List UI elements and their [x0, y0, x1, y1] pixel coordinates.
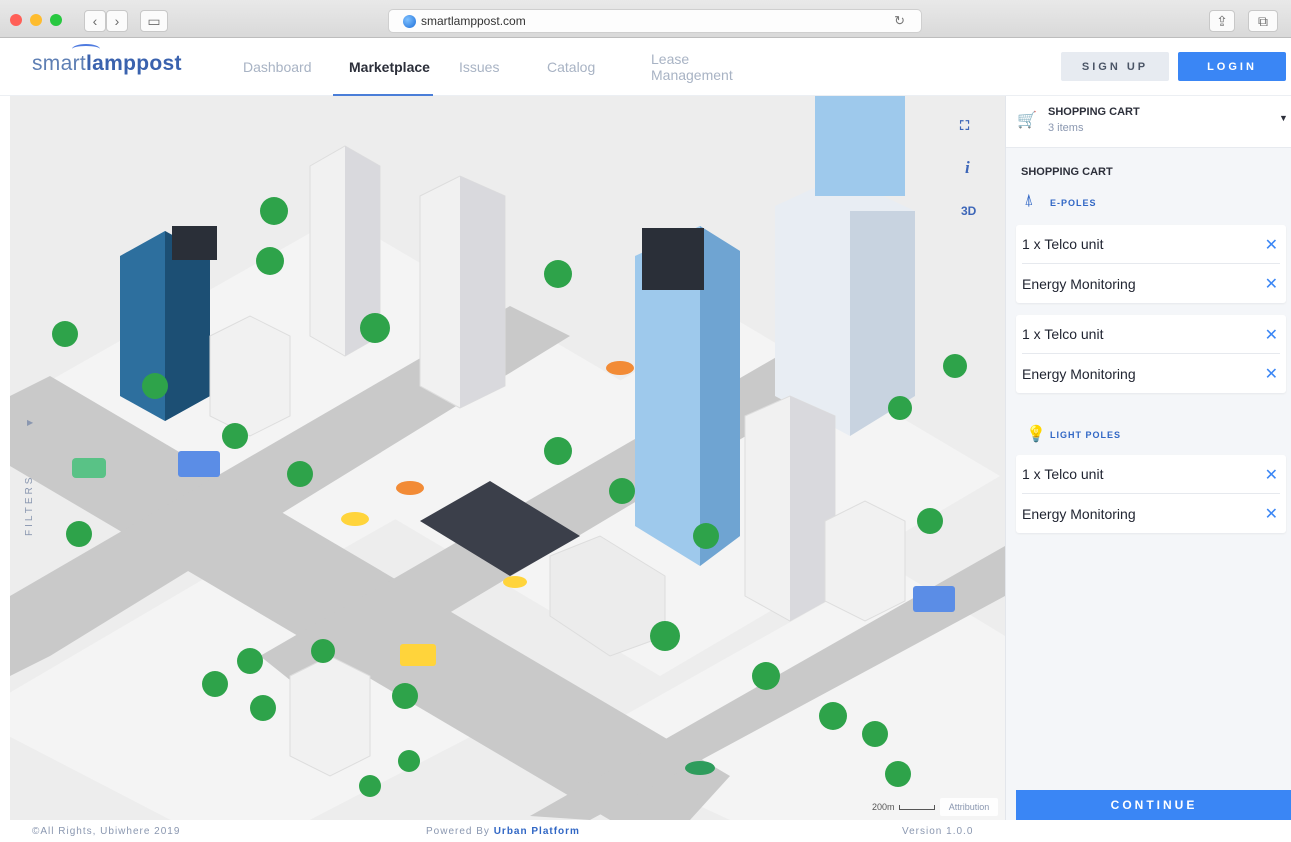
- scale-bar: [898, 805, 935, 811]
- share-icon[interactable]: ⇪: [1209, 10, 1235, 32]
- cart-count: 3 items: [1048, 122, 1084, 134]
- map-scale: 200m: [872, 802, 935, 812]
- cart-item-card: 1 x Telco unit ✕ Energy Monitoring ✕: [1016, 315, 1286, 393]
- remove-icon[interactable]: ✕: [1265, 465, 1278, 485]
- cart-line: Energy Monitoring ✕: [1022, 264, 1280, 303]
- van: [400, 644, 436, 666]
- remove-icon[interactable]: ✕: [1265, 235, 1278, 255]
- powered-by: Powered By Urban Platform: [426, 826, 580, 837]
- powered-prefix: Powered By: [426, 826, 490, 837]
- minimize-window-button[interactable]: [30, 14, 42, 26]
- maximize-window-button[interactable]: [50, 14, 62, 26]
- caret-right-icon: ▶: [27, 418, 34, 427]
- filters-label: FILTERS: [24, 474, 35, 536]
- logo[interactable]: smartlamppost: [32, 44, 182, 76]
- continue-button[interactable]: CONTINUE: [1016, 790, 1291, 820]
- main-nav: Dashboard Marketplace Issues Catalog Lea…: [235, 38, 781, 97]
- cart-line-label: 1 x Telco unit: [1022, 466, 1104, 482]
- building: [120, 226, 217, 421]
- cart-line: 1 x Telco unit ✕: [1022, 315, 1280, 354]
- cart-title: SHOPPING CART: [1048, 106, 1140, 118]
- isometric-city-illustration: [10, 96, 1005, 820]
- building: [635, 226, 740, 566]
- cart-line-label: 1 x Telco unit: [1022, 236, 1104, 252]
- cart-line: 1 x Telco unit ✕: [1022, 455, 1280, 494]
- close-window-button[interactable]: [10, 14, 22, 26]
- bus: [178, 451, 220, 477]
- remove-icon[interactable]: ✕: [1265, 274, 1278, 294]
- chevron-down-icon[interactable]: ▼: [1279, 113, 1288, 123]
- shopping-cart-panel: 🛒 SHOPPING CART 3 items ▼ SHOPPING CART …: [1005, 96, 1291, 820]
- reload-icon[interactable]: ↻: [894, 13, 905, 29]
- logo-bold: lamppost: [86, 52, 182, 75]
- building: [419, 175, 506, 409]
- app-header: smartlamppost Dashboard Marketplace Issu…: [0, 38, 1291, 97]
- cart-line-label: Energy Monitoring: [1022, 275, 1136, 292]
- attribution-button[interactable]: Attribution: [940, 798, 998, 816]
- filters-tab[interactable]: ▶ FILTERS: [0, 96, 36, 820]
- sign-up-button[interactable]: SIGN UP: [1061, 52, 1169, 81]
- fullscreen-icon[interactable]: ⛶: [960, 118, 969, 134]
- login-button[interactable]: LOGIN: [1178, 52, 1286, 81]
- cart-line-label: 1 x Telco unit: [1022, 326, 1104, 342]
- remove-icon[interactable]: ✕: [1265, 325, 1278, 345]
- view-3d-button[interactable]: 3D: [961, 204, 976, 218]
- nav-marketplace[interactable]: Marketplace: [333, 38, 433, 97]
- van: [72, 458, 106, 478]
- pylon-icon: ⍋: [1024, 192, 1034, 209]
- building: [775, 96, 915, 436]
- tabs-icon[interactable]: ⧉: [1248, 10, 1278, 32]
- remove-icon[interactable]: ✕: [1265, 364, 1278, 384]
- scale-label: 200m: [872, 802, 895, 812]
- cart-line: Energy Monitoring ✕: [1022, 354, 1280, 393]
- cart-line: 1 x Telco unit ✕: [1022, 225, 1280, 264]
- remove-icon[interactable]: ✕: [1265, 504, 1278, 524]
- sidebar-icon[interactable]: ▭: [140, 10, 168, 32]
- version: Version 1.0.0: [902, 826, 974, 837]
- address-bar[interactable]: smartlamppost.com ↻: [388, 9, 922, 33]
- cart-line-label: Energy Monitoring: [1022, 365, 1136, 382]
- url-text: smartlamppost.com: [421, 14, 526, 28]
- logo-wave-icon: [72, 44, 100, 54]
- copyright: ©All Rights, Ubiwhere 2019: [32, 826, 181, 837]
- cart-line: Energy Monitoring ✕: [1022, 494, 1280, 533]
- nav-lease-management[interactable]: Lease Management: [631, 38, 781, 96]
- chevron-right-icon[interactable]: ›: [106, 10, 128, 32]
- footer: ©All Rights, Ubiwhere 2019 Powered By Ur…: [0, 820, 1291, 842]
- browser-toolbar: ‹ › ▭ smartlamppost.com ↻ ⇪ ⧉: [0, 0, 1291, 38]
- group-title-light-poles: LIGHT POLES: [1050, 430, 1122, 440]
- nav-catalog[interactable]: Catalog: [521, 38, 631, 96]
- city-map[interactable]: ⛶ i 3D 200m Attribution: [10, 96, 1005, 820]
- cart-header[interactable]: 🛒 SHOPPING CART 3 items ▼: [1006, 96, 1291, 148]
- cart-item-card: 1 x Telco unit ✕ Energy Monitoring ✕: [1016, 455, 1286, 533]
- group-title-e-poles: E-POLES: [1050, 198, 1097, 208]
- bulb-icon: 💡: [1026, 426, 1046, 443]
- nav-dashboard[interactable]: Dashboard: [235, 38, 341, 96]
- cart-icon: 🛒: [1017, 112, 1037, 129]
- window-controls: [10, 14, 62, 26]
- info-button[interactable]: i: [965, 158, 970, 178]
- logo-light: smart: [32, 52, 86, 75]
- nav-issues[interactable]: Issues: [433, 38, 521, 96]
- powered-brand-link[interactable]: Urban Platform: [494, 826, 580, 837]
- building: [744, 395, 836, 622]
- bus: [913, 586, 955, 612]
- section-title: SHOPPING CART: [1021, 166, 1113, 178]
- cart-line-label: Energy Monitoring: [1022, 505, 1136, 522]
- chevron-left-icon[interactable]: ‹: [84, 10, 106, 32]
- cart-item-card: 1 x Telco unit ✕ Energy Monitoring ✕: [1016, 225, 1286, 303]
- globe-icon: [403, 14, 416, 28]
